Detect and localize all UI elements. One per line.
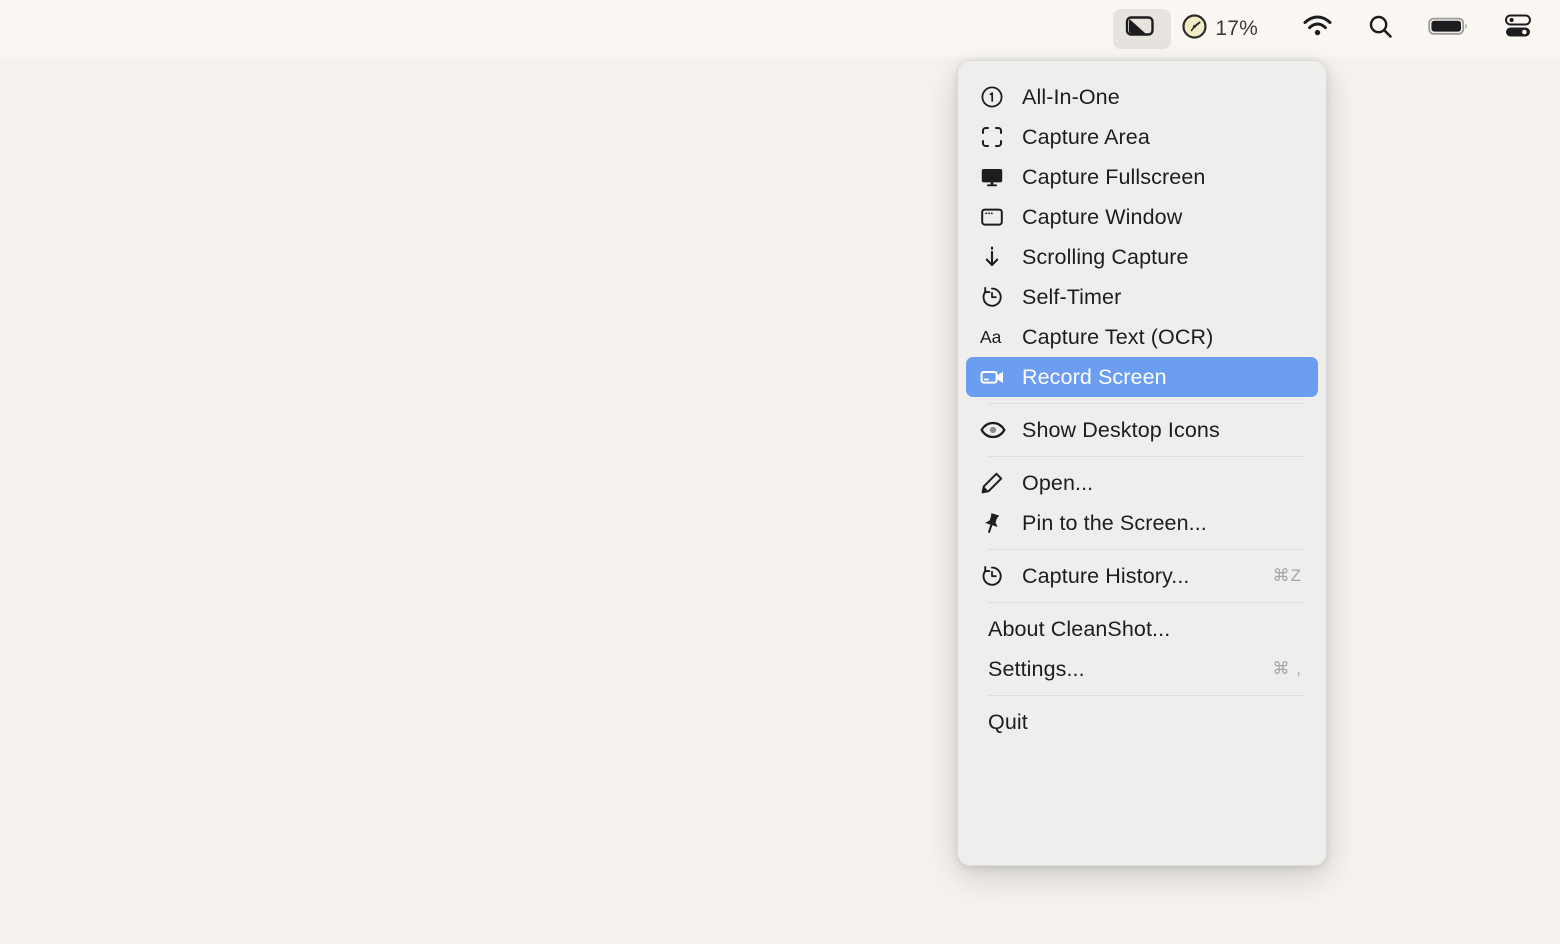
menu-item-label: Open... (1022, 470, 1094, 495)
menu-section-tools: Open... Pin to the Screen... (966, 463, 1318, 543)
menu-bar-item-battery[interactable] (1418, 9, 1480, 49)
menu-item-self-timer[interactable]: Self-Timer (966, 277, 1318, 317)
system-menu-bar: 17% (0, 0, 1560, 57)
menu-item-pin-to-screen[interactable]: Pin to the Screen... (966, 503, 1318, 543)
menu-separator (988, 403, 1304, 404)
cleanshot-icon (1125, 12, 1159, 45)
control-center-icon (1504, 13, 1532, 44)
menu-bar-item-spotlight-search[interactable] (1357, 9, 1404, 49)
monitor-icon (980, 165, 1008, 189)
cleanshot-menu-panel: All-In-One Capture Area Capture Fullscre… (957, 60, 1327, 866)
menu-item-label: Capture Area (1022, 124, 1150, 149)
menu-item-open[interactable]: Open... (966, 463, 1318, 503)
menu-item-scrolling-capture[interactable]: Scrolling Capture (966, 237, 1318, 277)
video-camera-icon (980, 365, 1008, 389)
wifi-icon (1302, 14, 1333, 43)
arrow-down-icon (980, 245, 1008, 269)
menu-item-label: Record Screen (1022, 364, 1167, 389)
menu-item-label: Capture History... (1022, 563, 1190, 588)
menu-item-label: Show Desktop Icons (1022, 417, 1220, 442)
menu-item-about-cleanshot[interactable]: About CleanShot... (966, 609, 1318, 649)
crop-area-icon (980, 125, 1008, 149)
menu-bar-status-items: 17% (1113, 8, 1542, 49)
menu-item-label: Capture Text (OCR) (1022, 324, 1214, 349)
menu-item-label: Pin to the Screen... (1022, 510, 1207, 535)
menu-item-label: Capture Fullscreen (1022, 164, 1206, 189)
menu-item-record-screen[interactable]: Record Screen (966, 357, 1318, 397)
menu-separator (988, 695, 1304, 696)
battery-icon (1428, 14, 1470, 43)
menu-item-settings[interactable]: Settings... ⌘ , (966, 649, 1318, 689)
window-icon (980, 205, 1008, 229)
menu-item-all-in-one[interactable]: All-In-One (966, 77, 1318, 117)
menu-section-quit: Quit (966, 702, 1318, 742)
menu-bar-item-battery-timer[interactable]: 17% (1171, 9, 1278, 49)
menu-item-capture-history[interactable]: Capture History... ⌘Z (966, 556, 1318, 596)
eye-icon (980, 418, 1008, 442)
menu-item-label: About CleanShot... (988, 616, 1171, 641)
menu-bar-item-wifi[interactable] (1292, 9, 1343, 49)
pin-icon (980, 511, 1008, 535)
menu-item-capture-fullscreen[interactable]: Capture Fullscreen (966, 157, 1318, 197)
menu-section-app: About CleanShot... Settings... ⌘ , (966, 609, 1318, 689)
menu-item-capture-window[interactable]: Capture Window (966, 197, 1318, 237)
menu-separator (988, 602, 1304, 603)
menu-item-label: Settings... (988, 656, 1085, 681)
menu-separator (988, 549, 1304, 550)
number-one-circle-icon (980, 85, 1008, 109)
search-icon (1367, 13, 1394, 45)
menu-separator (988, 456, 1304, 457)
menu-item-shortcut: ⌘Z (1272, 566, 1302, 585)
menu-item-capture-text-ocr[interactable]: Aa Capture Text (OCR) (966, 317, 1318, 357)
stopwatch-icon (1181, 13, 1208, 45)
menu-item-quit[interactable]: Quit (966, 702, 1318, 742)
menu-bar-item-cleanshot[interactable] (1113, 8, 1172, 49)
history-clock-icon (980, 564, 1008, 588)
svg-text:Aa: Aa (980, 327, 1002, 347)
menu-item-label: Self-Timer (1022, 284, 1122, 309)
menu-item-label: All-In-One (1022, 84, 1120, 109)
menu-item-shortcut: ⌘ , (1272, 659, 1302, 678)
pencil-icon (980, 471, 1008, 495)
menu-section-history: Capture History... ⌘Z (966, 556, 1318, 596)
timer-icon (980, 285, 1008, 309)
menu-item-capture-area[interactable]: Capture Area (966, 117, 1318, 157)
menu-item-show-desktop-icons[interactable]: Show Desktop Icons (966, 410, 1318, 450)
menu-item-label: Scrolling Capture (1022, 244, 1189, 269)
menu-section-desktop: Show Desktop Icons (966, 410, 1318, 450)
battery-percentage-label: 17% (1215, 16, 1258, 40)
menu-item-label: Capture Window (1022, 204, 1183, 229)
text-aa-icon: Aa (980, 325, 1008, 349)
menu-section-capture: All-In-One Capture Area Capture Fullscre… (966, 77, 1318, 397)
menu-item-label: Quit (988, 709, 1028, 734)
menu-bar-item-control-center[interactable] (1494, 9, 1542, 49)
